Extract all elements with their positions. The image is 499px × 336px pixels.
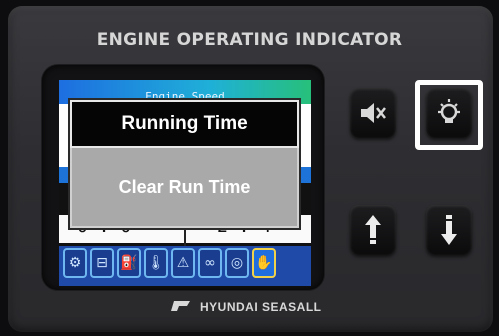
temperature-icon: 🌡 <box>144 248 168 278</box>
brand-name: HYUNDAI SEASALL <box>200 300 322 314</box>
clear-run-time-option[interactable]: Clear Run Time <box>70 148 299 228</box>
panel-title: ENGINE OPERATING INDICATOR <box>96 30 403 50</box>
arrow-down-icon <box>440 214 458 246</box>
oil-can-icon: ⛽ <box>117 248 141 278</box>
filter-icon: ◎ <box>225 248 249 278</box>
hand-icon: ✋ <box>252 248 276 278</box>
engine-icon: ⚙ <box>63 248 87 278</box>
running-time-menu: Running Time Clear Run Time <box>70 100 299 228</box>
menu-header: Running Time <box>70 100 299 148</box>
mute-button[interactable] <box>350 88 396 138</box>
brand-mark-icon <box>170 299 192 316</box>
status-icon-strip: ⚙ ⊟ ⛽ 🌡 ⚠ ∞ ◎ ✋ <box>63 248 276 282</box>
arrow-up-icon <box>364 214 382 246</box>
mute-icon <box>358 100 388 126</box>
battery-icon: ⊟ <box>90 248 114 278</box>
glow-plug-icon: ∞ <box>198 248 222 278</box>
warning-lamp-icon: ⚠ <box>171 248 195 278</box>
down-button[interactable] <box>426 205 472 255</box>
brand-logo: HYUNDAI SEASALL <box>170 295 322 319</box>
selected-button-highlight <box>415 80 483 150</box>
up-button[interactable] <box>350 205 396 255</box>
